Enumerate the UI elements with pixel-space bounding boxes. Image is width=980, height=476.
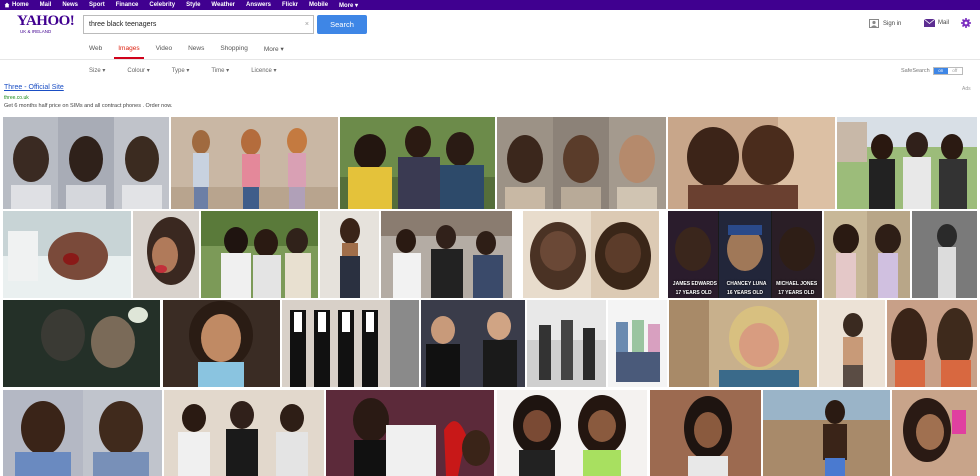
image-result[interactable] [320,211,379,298]
tab-video[interactable]: Video [156,45,173,59]
image-result[interactable] [669,300,817,387]
filter-type[interactable]: Type ▾ [172,67,190,74]
image-result[interactable] [497,390,647,476]
ad-url[interactable]: three.co.uk [4,95,29,101]
filter-colour[interactable]: Colour ▾ [127,67,149,74]
vertical-tabs: Web Images Video News Shopping More ▾ [89,45,300,59]
image-result[interactable] [763,390,890,476]
tab-images[interactable]: Images [114,45,144,59]
topnav-style[interactable]: Style [186,2,200,8]
search-query-text: three black teenagers [89,21,157,28]
mail-label: Mail [938,20,950,26]
safesearch-label: SafeSearch [901,68,930,74]
image-result[interactable] [133,211,199,298]
mail-link[interactable]: Mail [924,19,949,27]
filter-licence[interactable]: Licence ▾ [251,67,276,74]
topnav-home-label: Home [12,2,29,8]
image-result[interactable] [421,300,525,387]
image-result[interactable] [282,300,419,387]
tab-shopping[interactable]: Shopping [220,45,247,59]
image-result[interactable] [3,117,169,209]
image-result[interactable] [326,390,494,476]
safesearch-toggle[interactable]: on off [932,67,963,75]
mugshot-ages: 17 YEARS OLD 16 YEARS OLD 17 YEARS OLD [668,290,822,296]
image-result[interactable] [3,390,162,476]
filter-time[interactable]: Time ▾ [211,67,229,74]
topnav-weather[interactable]: Weather [211,2,235,8]
logo-region: UK & IRELAND [20,29,52,34]
tab-news[interactable]: News [188,45,204,59]
image-result[interactable] [3,300,160,387]
topnav-news[interactable]: News [62,2,78,8]
mugshot-name-1: JAMES EDWARDS [672,281,717,287]
image-result[interactable] [497,117,666,209]
ad-description: Get 6 months half price on SIMs and all … [4,103,173,109]
topnav-finance[interactable]: Finance [116,2,139,8]
image-result[interactable] [650,390,761,476]
filter-bar: Size ▾ Colour ▾ Type ▾ Time ▾ Licence ▾ [89,67,299,74]
clear-search-icon[interactable]: × [305,16,309,33]
image-result[interactable] [819,300,885,387]
yahoo-logo[interactable]: YAHOO! UK & IRELAND [17,13,75,36]
mugshot-name-3: MICHAEL JONES [776,281,818,287]
image-result[interactable] [201,211,318,298]
gear-icon[interactable] [961,18,971,28]
ad-label: Ads [962,86,971,92]
safesearch-on[interactable]: on [933,68,948,74]
topnav-home[interactable]: Home [4,2,29,8]
top-nav-bar: Home Mail News Sport Finance Celebrity S… [0,0,980,10]
topnav-sport[interactable]: Sport [89,2,105,8]
image-result[interactable] [668,117,835,209]
tab-web[interactable]: Web [89,45,102,59]
mugshot-age-1: 17 YEARS OLD [675,290,712,296]
mail-icon [924,19,935,27]
mugshot-name-2: CHANCEY LUNA [726,281,767,287]
image-result[interactable] [608,300,667,387]
image-result[interactable] [340,117,495,209]
person-icon [869,19,879,28]
logo-word: YAHOO! [17,13,75,29]
search-input[interactable]: three black teenagers × [83,15,314,34]
safesearch-control: SafeSearch on off [901,67,963,75]
image-result[interactable] [163,300,280,387]
sign-in-label: Sign in [883,20,902,27]
search-button[interactable]: Search [317,15,367,34]
image-result[interactable] [3,211,131,298]
ad-title-link[interactable]: Three - Official Site [4,84,64,91]
topnav-answers[interactable]: Answers [246,2,271,8]
topnav-celebrity[interactable]: Celebrity [149,2,175,8]
mugshot-age-2: 16 YEARS OLD [726,290,763,296]
tab-divider [0,59,980,60]
image-result[interactable] [824,211,910,298]
image-result[interactable] [837,117,977,209]
image-result[interactable] [164,390,324,476]
image-result[interactable] [912,211,977,298]
image-result[interactable] [527,300,606,387]
topnav-more[interactable]: More ▾ [339,2,358,9]
filter-size[interactable]: Size ▾ [89,67,105,74]
mugshot-age-3: 17 YEARS OLD [778,290,815,296]
topnav-mail[interactable]: Mail [40,2,52,8]
mugshot-names: JAMES EDWARDS CHANCEY LUNA MICHAEL JONES [668,281,822,287]
image-result[interactable] [381,211,512,298]
sign-in-link[interactable]: Sign in [869,19,901,28]
image-result[interactable] [171,117,338,209]
home-icon [4,2,10,8]
image-result[interactable] [523,211,659,298]
image-result[interactable] [892,390,977,476]
topnav-mobile[interactable]: Mobile [309,2,328,8]
topnav-flickr[interactable]: Flickr [282,2,298,8]
image-result[interactable] [887,300,977,387]
image-result[interactable]: JAMES EDWARDS CHANCEY LUNA MICHAEL JONES… [668,211,822,298]
safesearch-off[interactable]: off [948,68,962,74]
tab-more[interactable]: More ▾ [264,45,284,59]
